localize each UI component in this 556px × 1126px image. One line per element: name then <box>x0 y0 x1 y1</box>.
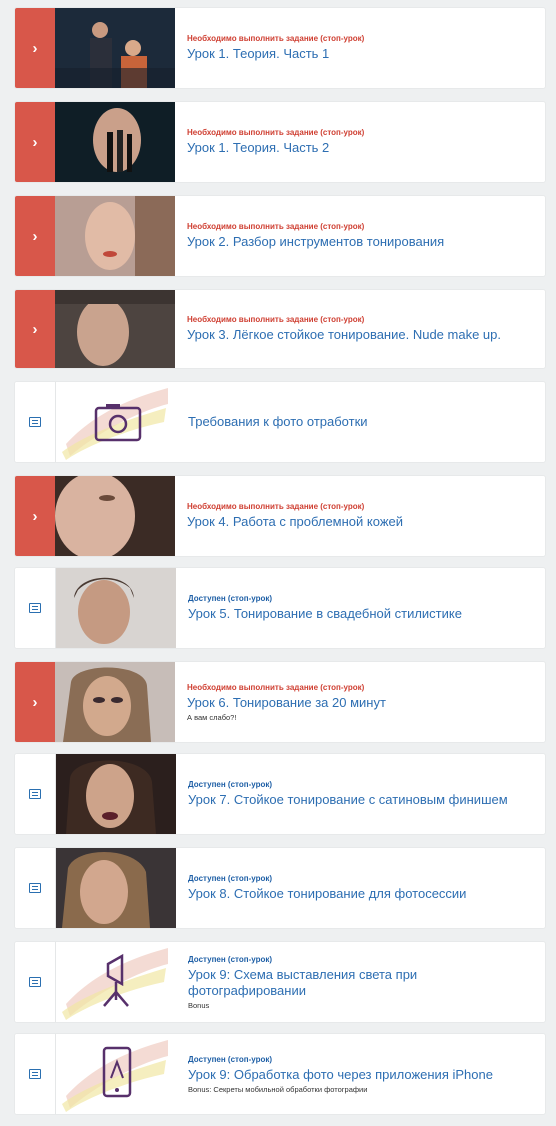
lesson-thumbnail <box>56 1034 176 1114</box>
lesson-title[interactable]: Урок 6. Тонирование за 20 минут <box>187 695 525 711</box>
lesson-thumbnail <box>55 476 175 556</box>
lesson-doc-marker[interactable] <box>15 1034 56 1114</box>
lesson-status: Доступен (стоп-урок) <box>188 1054 273 1064</box>
lesson-status: Необходимо выполнить задание (стоп-урок) <box>187 502 365 511</box>
lesson-card[interactable]: Требования к фото отработки <box>15 382 545 462</box>
lesson-card[interactable]: Доступен (стоп-урок) Урок 8. Стойкое тон… <box>15 848 545 928</box>
document-icon <box>29 883 41 893</box>
lesson-card[interactable]: Доступен (стоп-урок) Урок 7. Стойкое тон… <box>15 754 545 834</box>
lesson-subtitle: Bonus <box>188 1000 210 1010</box>
document-icon <box>29 789 41 799</box>
lesson-list: › Необходимо выполнить задание (стоп-уро… <box>0 0 556 1126</box>
lesson-thumbnail <box>56 942 176 1022</box>
lesson-status: Необходимо выполнить задание (стоп-урок) <box>187 682 365 692</box>
lesson-title[interactable]: Урок 9: Обработка фото через приложения … <box>188 1067 525 1083</box>
lesson-title[interactable]: Урок 1. Теория. Часть 2 <box>187 140 525 156</box>
lesson-locked-marker[interactable]: › <box>15 102 55 182</box>
lesson-title[interactable]: Урок 7. Стойкое тонирование с сатиновым … <box>188 792 525 808</box>
lesson-status: Необходимо выполнить задание (стоп-урок) <box>187 315 365 324</box>
chevron-right-icon: › <box>32 39 38 57</box>
chevron-right-icon: › <box>32 320 38 338</box>
lesson-card[interactable]: › Необходимо выполнить задание (стоп-уро… <box>15 8 545 88</box>
document-icon <box>29 1069 41 1079</box>
lesson-card[interactable]: › Необходимо выполнить задание (стоп-уро… <box>15 196 545 276</box>
lesson-subtitle: Bonus: Секреты мобильной обработки фотог… <box>188 1084 368 1094</box>
lesson-thumbnail <box>56 382 176 462</box>
lesson-doc-marker[interactable] <box>15 754 56 834</box>
lesson-title[interactable]: Требования к фото отработки <box>188 414 525 430</box>
lesson-status: Необходимо выполнить задание (стоп-урок) <box>187 222 365 231</box>
lesson-locked-marker[interactable]: › <box>15 662 55 742</box>
lesson-status: Доступен (стоп-урок) <box>188 954 273 964</box>
lesson-thumbnail <box>55 102 175 182</box>
document-icon <box>29 977 41 987</box>
document-icon <box>29 417 41 427</box>
lesson-title[interactable]: Урок 8. Стойкое тонирование для фотосесс… <box>188 886 525 902</box>
lesson-status: Доступен (стоп-урок) <box>188 594 273 603</box>
lesson-thumbnail <box>55 8 175 88</box>
lesson-locked-marker[interactable]: › <box>15 290 55 368</box>
lesson-card[interactable]: › Необходимо выполнить задание (стоп-уро… <box>15 290 545 368</box>
lesson-thumbnail <box>55 662 175 742</box>
lesson-card[interactable]: › Необходимо выполнить задание (стоп-уро… <box>15 662 545 742</box>
lesson-card[interactable]: Доступен (стоп-урок) Урок 5. Тонирование… <box>15 568 545 648</box>
lesson-thumbnail <box>55 196 175 276</box>
chevron-right-icon: › <box>32 693 38 711</box>
chevron-right-icon: › <box>32 133 38 151</box>
lesson-title[interactable]: Урок 3. Лёгкое стойкое тонирование. Nude… <box>187 327 525 343</box>
lesson-title[interactable]: Урок 1. Теория. Часть 1 <box>187 46 525 62</box>
lesson-thumbnail <box>56 568 176 648</box>
lesson-card[interactable]: › Необходимо выполнить задание (стоп-уро… <box>15 102 545 182</box>
chevron-right-icon: › <box>32 507 38 525</box>
lesson-status: Доступен (стоп-урок) <box>188 780 273 789</box>
lesson-doc-marker[interactable] <box>15 848 56 928</box>
chevron-right-icon: › <box>32 227 38 245</box>
lesson-title[interactable]: Урок 4. Работа с проблемной кожей <box>187 514 525 530</box>
lesson-status: Необходимо выполнить задание (стоп-урок) <box>187 34 365 43</box>
lesson-doc-marker[interactable] <box>15 382 56 462</box>
lesson-doc-marker[interactable] <box>15 568 56 648</box>
lesson-card[interactable]: Доступен (стоп-урок) Урок 9: Схема выста… <box>15 942 545 1022</box>
lesson-doc-marker[interactable] <box>15 942 56 1022</box>
lesson-card[interactable]: Доступен (стоп-урок) Урок 9: Обработка ф… <box>15 1034 545 1114</box>
lesson-card[interactable]: › Необходимо выполнить задание (стоп-уро… <box>15 476 545 556</box>
lesson-thumbnail <box>56 754 176 834</box>
document-icon <box>29 603 41 613</box>
lesson-thumbnail <box>56 848 176 928</box>
lesson-thumbnail <box>55 290 175 368</box>
lesson-locked-marker[interactable]: › <box>15 476 55 556</box>
lesson-title[interactable]: Урок 5. Тонирование в свадебной стилисти… <box>188 606 525 622</box>
lesson-title[interactable]: Урок 2. Разбор инструментов тонирования <box>187 234 525 250</box>
lesson-title[interactable]: Урок 9: Схема выставления света при фото… <box>188 967 525 999</box>
lesson-status: Доступен (стоп-урок) <box>188 874 273 883</box>
lesson-locked-marker[interactable]: › <box>15 8 55 88</box>
lesson-subtitle: А вам слабо?! <box>187 712 237 722</box>
lesson-status: Необходимо выполнить задание (стоп-урок) <box>187 128 365 137</box>
lesson-locked-marker[interactable]: › <box>15 196 55 276</box>
